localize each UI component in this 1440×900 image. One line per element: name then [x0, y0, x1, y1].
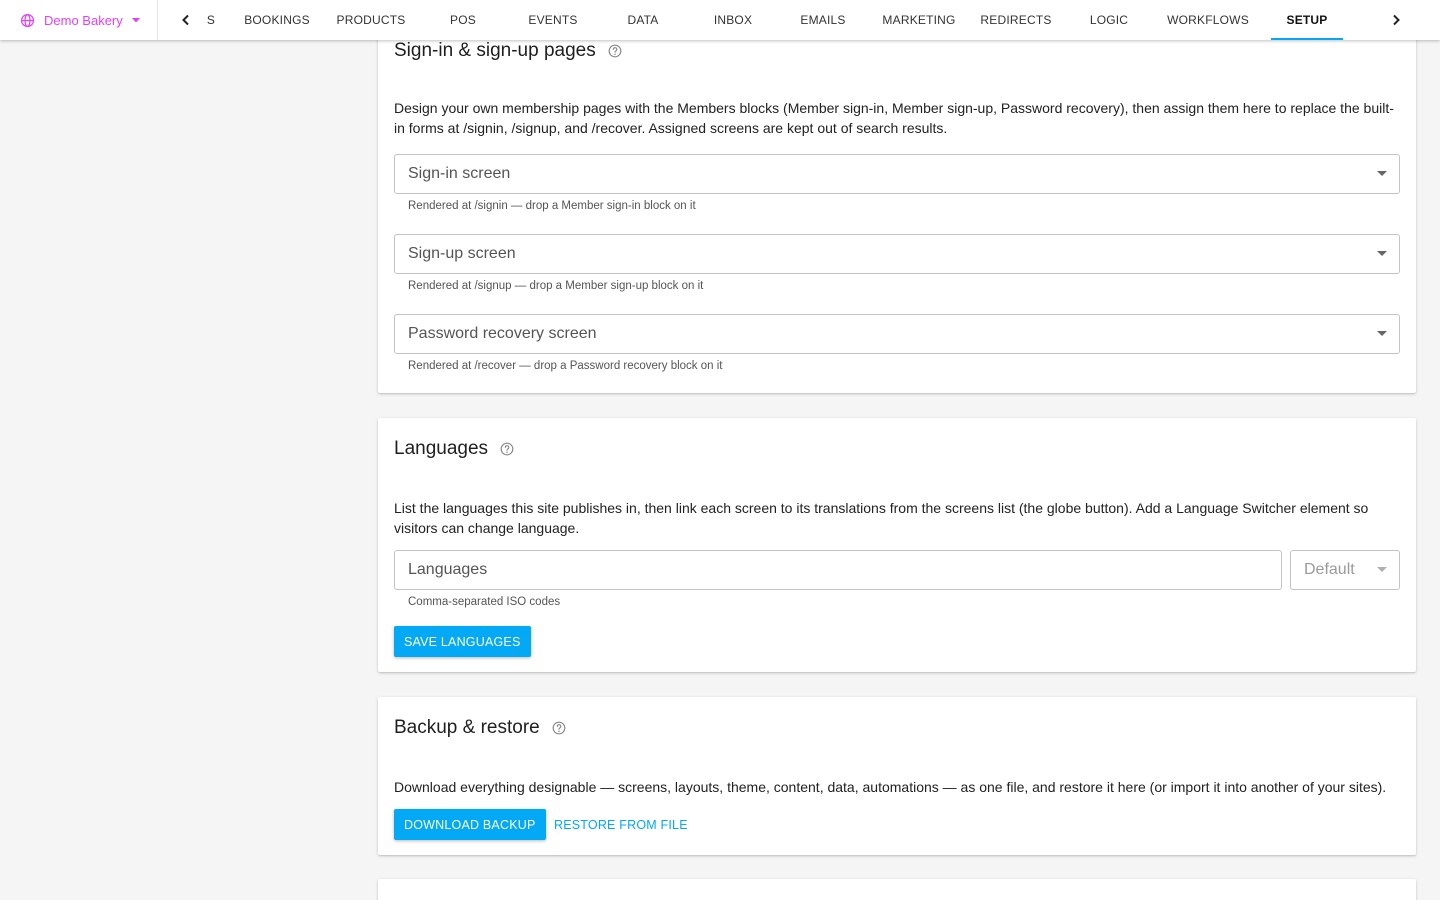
download-backup-button[interactable]: DOWNLOAD BACKUP [394, 809, 546, 840]
section-title: Languages [394, 438, 489, 459]
caret-down-icon [1377, 567, 1387, 572]
tab-redirects[interactable]: REDIRECTS [974, 0, 1058, 40]
section-description: List the languages this site publishes i… [394, 500, 1369, 536]
tab-bookings[interactable]: BOOKINGS [234, 0, 320, 40]
signin-signup-card: Sign-in & sign-up pages Design your own … [378, 20, 1416, 393]
default-language-select[interactable]: Default [1290, 550, 1400, 590]
site-switcher[interactable]: Demo Bakery [0, 0, 158, 40]
field-helper-text: Rendered at /signin — drop a Member sign… [408, 200, 696, 212]
tabs-bar: S BOOKINGS PRODUCTS POS EVENTS DATA INBO… [200, 0, 1378, 40]
tab-logic[interactable]: LOGIC [1058, 0, 1160, 40]
field-label: Sign-up screen [408, 245, 516, 262]
languages-input[interactable] [394, 550, 1282, 590]
chevron-left-icon [182, 14, 189, 26]
field-label: Sign-in screen [408, 165, 511, 182]
help-circle-icon[interactable] [500, 442, 514, 456]
tab-pos[interactable]: POS [422, 0, 504, 40]
section-description: Design your own membership pages with th… [394, 100, 1394, 136]
signup-screen-select[interactable]: Sign-up screen [394, 234, 1400, 274]
tab-partial[interactable]: S [200, 0, 222, 40]
tab-emails[interactable]: EMAILS [782, 0, 864, 40]
site-name: Demo Bakery [44, 12, 123, 28]
help-circle-icon[interactable] [552, 721, 566, 735]
backup-restore-card: Backup & restore Download everything des… [378, 697, 1416, 855]
active-tab-indicator [1271, 38, 1343, 40]
field-helper-text: Rendered at /recover — drop a Password r… [408, 360, 723, 372]
help-circle-icon[interactable] [608, 44, 622, 58]
tab-workflows[interactable]: WORKFLOWS [1160, 0, 1256, 40]
languages-section-header: Languages [394, 438, 514, 460]
section-title: Backup & restore [394, 717, 540, 738]
tab-setup[interactable]: SETUP [1271, 0, 1343, 40]
caret-down-icon [131, 18, 140, 23]
caret-down-icon [1377, 171, 1387, 176]
tab-marketing[interactable]: MARKETING [864, 0, 974, 40]
caret-down-icon [1377, 251, 1387, 256]
password-recovery-screen-select[interactable]: Password recovery screen [394, 314, 1400, 354]
next-section-card [378, 879, 1416, 900]
section-title: Sign-in & sign-up pages [394, 40, 596, 61]
caret-down-icon [1377, 331, 1387, 336]
tab-events[interactable]: EVENTS [504, 0, 602, 40]
signin-section-header: Sign-in & sign-up pages [394, 40, 622, 62]
tabs-scroll-left-button[interactable] [174, 0, 198, 40]
languages-helper-text: Comma-separated ISO codes [408, 596, 561, 608]
tab-data[interactable]: DATA [602, 0, 684, 40]
top-app-bar: Demo Bakery S BOOKINGS PRODUCTS POS EVEN… [0, 0, 1440, 40]
field-helper-text: Rendered at /signup — drop a Member sign… [408, 280, 704, 292]
tabs-scroll-right-button[interactable] [1384, 0, 1408, 40]
languages-card: Languages List the languages this site p… [378, 418, 1416, 672]
save-languages-button[interactable]: SAVE LANGUAGES [394, 626, 531, 657]
field-label: Password recovery screen [408, 325, 597, 342]
globe-icon [20, 13, 35, 27]
signin-screen-select[interactable]: Sign-in screen [394, 154, 1400, 194]
tab-inbox[interactable]: INBOX [684, 0, 782, 40]
section-description: Download everything designable — screens… [394, 779, 1387, 795]
backup-section-header: Backup & restore [394, 717, 566, 739]
field-label: Default [1304, 561, 1355, 578]
tab-products[interactable]: PRODUCTS [320, 0, 422, 40]
restore-from-file-button[interactable]: RESTORE FROM FILE [548, 809, 694, 840]
chevron-right-icon [1393, 14, 1400, 26]
